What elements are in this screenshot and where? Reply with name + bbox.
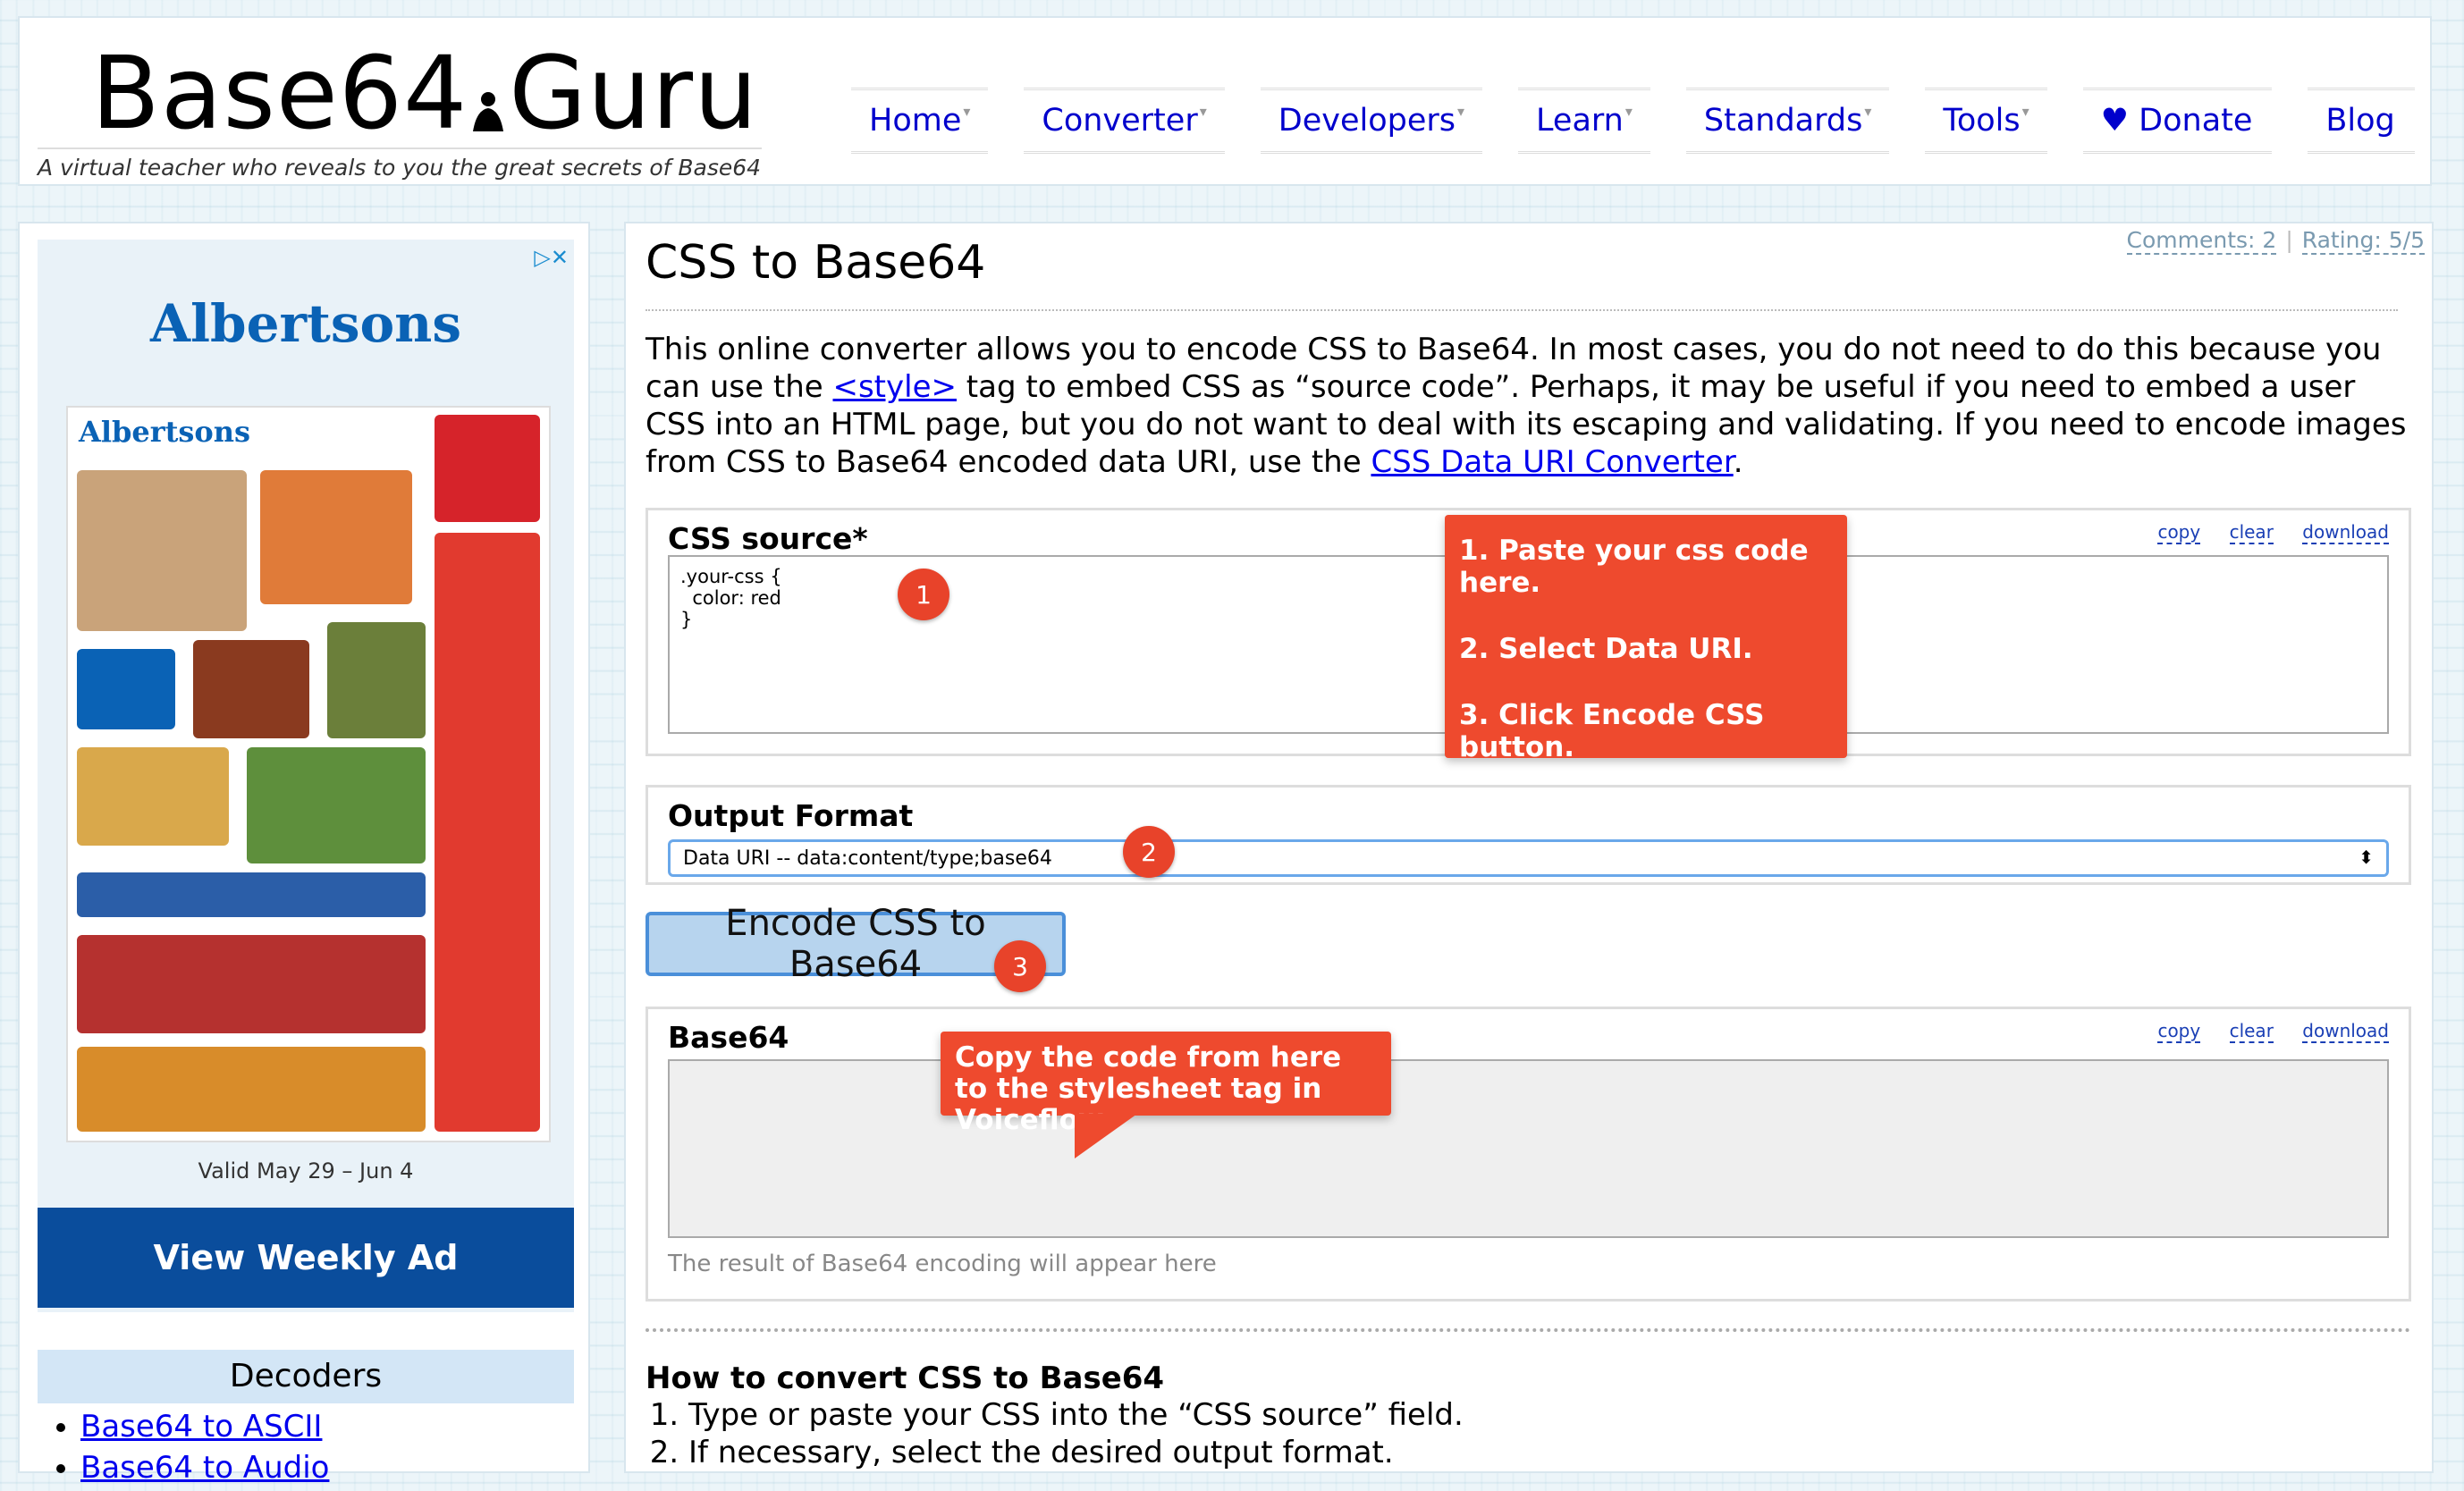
output-format-label: Output Format <box>668 798 914 833</box>
decoder-link[interactable]: Base64 to Audio <box>80 1450 329 1486</box>
select-chevron-icon: ⬍ <box>2359 847 2374 868</box>
flyer-brand: Albertsons <box>79 415 250 449</box>
download-link[interactable]: download <box>2302 1020 2389 1043</box>
howto-steps: Type or paste your CSS into the “CSS sou… <box>646 1396 1464 1471</box>
source-tools: copy clear download <box>2134 521 2389 544</box>
base64-output[interactable] <box>668 1059 2389 1238</box>
intro-paragraph: This online converter allows you to enco… <box>646 332 2407 480</box>
nav-home[interactable]: Home ▾ <box>851 88 989 154</box>
result-tools: copy clear download <box>2134 1020 2389 1043</box>
clear-link[interactable]: clear <box>2229 521 2274 544</box>
base64-result-section: Base64 copy clear download The result of… <box>646 1007 2411 1301</box>
nav-standards[interactable]: Standards ▾ <box>1685 88 1890 154</box>
list-item: Base64 to Audio <box>80 1450 329 1486</box>
output-helper-text: The result of Base64 encoding will appea… <box>668 1251 1217 1277</box>
howto-heading: How to convert CSS to Base64 <box>646 1360 1165 1396</box>
ad-flyer-image: Albertsons <box>66 406 551 1142</box>
list-item: If necessary, select the desired output … <box>688 1434 1464 1471</box>
step-badge-3: 3 <box>994 940 1046 992</box>
ad-choices-icon[interactable]: ▷✕ <box>534 245 569 270</box>
list-item: Base64 to ASCII <box>80 1409 329 1445</box>
logo-text-left: Base64 <box>91 36 468 152</box>
advertisement[interactable]: ▷✕ Albertsons Albertsons Valid May 29 – … <box>38 240 574 1312</box>
copy-output-callout: Copy the code from here to the styleshee… <box>941 1032 1391 1158</box>
sidebar: ▷✕ Albertsons Albertsons Valid May 29 – … <box>18 222 590 1486</box>
nav-tools[interactable]: Tools ▾ <box>1925 88 2047 154</box>
list-item: Type or paste your CSS into the “CSS sou… <box>688 1396 1464 1434</box>
output-format-section: Output Format Data URI -- data:content/t… <box>646 785 2411 885</box>
section-divider <box>646 1328 2411 1332</box>
logo-text-right: Guru <box>509 36 759 152</box>
download-link[interactable]: download <box>2302 521 2389 544</box>
main-content: Comments: 2 | Rating: 5/5 CSS to Base64 Th… <box>624 222 2434 1473</box>
base64-label: Base64 <box>668 1020 789 1055</box>
nav-learn[interactable]: Learn ▾ <box>1518 88 1650 154</box>
output-format-select[interactable]: Data URI -- data:content/type;base64 ⬍ <box>668 839 2389 877</box>
site-logo[interactable]: Base64 Guru <box>91 36 758 152</box>
copy-link[interactable]: copy <box>2157 1020 2201 1043</box>
style-tag-link[interactable]: <style> <box>832 369 957 405</box>
decoders-list: Base64 to ASCII Base64 to Audio <box>55 1409 329 1491</box>
nav-blog[interactable]: Blog <box>2308 88 2415 154</box>
css-source-label: CSS source* <box>668 521 868 556</box>
copy-link[interactable]: copy <box>2157 521 2201 544</box>
ad-valid-dates: Valid May 29 – Jun 4 <box>198 1158 414 1184</box>
callout-step: 3. Click Encode CSS button. <box>1459 699 1765 763</box>
step-badge-1: 1 <box>898 569 949 620</box>
nav-donate[interactable]: ♥ Donate <box>2082 88 2273 154</box>
ad-brand-logo: Albertsons <box>150 293 461 354</box>
css-data-uri-link[interactable]: CSS Data URI Converter <box>1371 444 1733 480</box>
decoders-heading: Decoders <box>38 1350 574 1403</box>
decoder-link[interactable]: Base64 to ASCII <box>80 1409 322 1445</box>
site-header: Base64 Guru A virtual teacher who reveals… <box>18 16 2432 186</box>
main-nav: Home ▾ Converter ▾ Developers ▾ Learn ▾ Stan… <box>851 88 2451 154</box>
clear-link[interactable]: clear <box>2229 1020 2274 1043</box>
callout-step: 1. Paste your css code here. <box>1459 535 1809 599</box>
page-title: CSS to Base64 <box>646 236 2398 311</box>
step-badge-2: 2 <box>1123 826 1175 878</box>
callout-step: 2. Select Data URI. <box>1459 633 1753 665</box>
nav-developers[interactable]: Developers ▾ <box>1260 88 1483 154</box>
instructions-callout: 1. Paste your css code here. 2. Select D… <box>1445 515 1847 763</box>
guru-icon <box>473 92 504 131</box>
view-weekly-ad-button[interactable]: View Weekly Ad <box>38 1208 574 1308</box>
nav-converter[interactable]: Converter ▾ <box>1024 88 1225 154</box>
callout-tail <box>1075 1114 1137 1158</box>
site-tagline: A virtual teacher who reveals to you the… <box>38 147 762 181</box>
